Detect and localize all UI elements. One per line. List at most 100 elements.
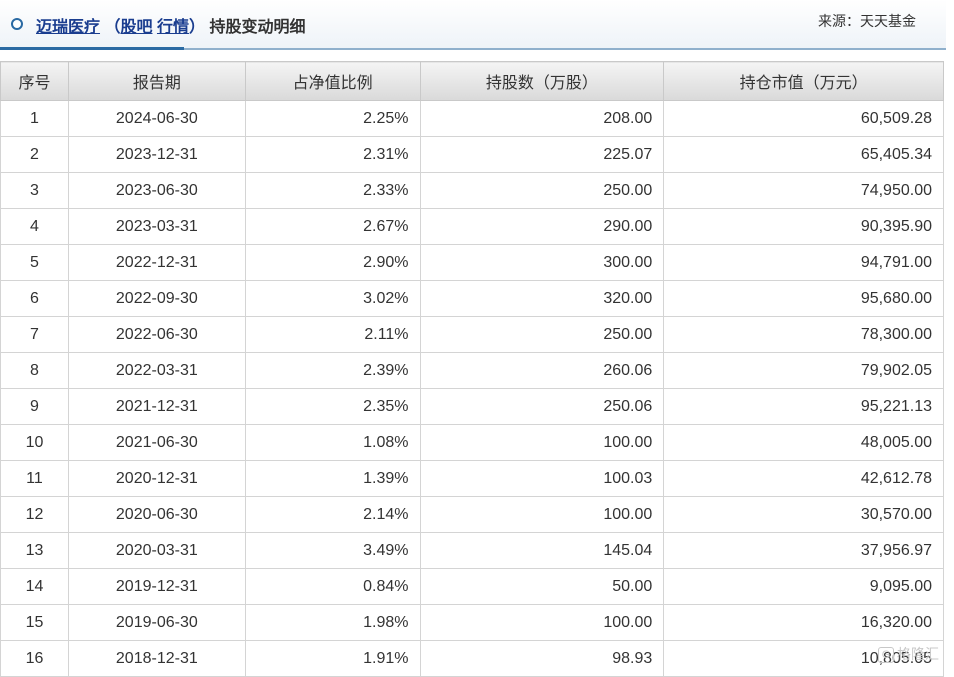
col-shares-cell: 225.07 [419,136,665,173]
col-nav-ratio-header: 占净值比例 [244,61,421,101]
table-row: 5 2022-12-31 2.90% 300.00 94,791.00 [0,244,944,281]
header-accent-bar [0,47,184,50]
col-index-cell: 8 [0,352,69,389]
table-row: 16 2018-12-31 1.91% 98.93 10,805.05 [0,640,944,677]
col-nav-ratio-cell: 0.84% [244,568,421,605]
col-shares-cell: 250.00 [419,316,665,353]
col-index-cell: 3 [0,172,69,209]
col-shares-cell: 100.00 [419,496,665,533]
table-row: 11 2020-12-31 1.39% 100.03 42,612.78 [0,460,944,497]
col-shares-cell: 145.04 [419,532,665,569]
col-market-value-cell: 79,902.05 [663,352,944,389]
col-shares-cell: 320.00 [419,280,665,317]
col-report-period-cell: 2020-06-30 [67,496,246,533]
col-shares-cell: 250.00 [419,172,665,209]
col-market-value-cell: 95,221.13 [663,388,944,425]
col-nav-ratio-cell: 2.90% [244,244,421,281]
stock-name-link[interactable]: 迈瑞医疗 [36,19,100,36]
col-index-cell: 11 [0,460,69,497]
close-paren: ） [188,19,205,36]
col-shares-cell: 290.00 [419,208,665,245]
table-row: 14 2019-12-31 0.84% 50.00 9,095.00 [0,568,944,605]
col-index-cell: 2 [0,136,69,173]
col-nav-ratio-cell: 3.02% [244,280,421,317]
col-report-period-cell: 2021-06-30 [67,424,246,461]
col-report-period-header: 报告期 [67,61,246,101]
watermark-logo-icon: G [878,647,894,664]
col-nav-ratio-cell: 1.08% [244,424,421,461]
col-market-value-cell: 95,680.00 [663,280,944,317]
col-nav-ratio-cell: 2.39% [244,352,421,389]
col-market-value-header: 持仓市值（万元） [663,61,944,101]
table-row: 9 2021-12-31 2.35% 250.06 95,221.13 [0,388,944,425]
table-row: 4 2023-03-31 2.67% 290.00 90,395.90 [0,208,944,245]
col-shares-header: 持股数（万股） [419,61,665,101]
table-row: 13 2020-03-31 3.49% 145.04 37,956.97 [0,532,944,569]
table-row: 6 2022-09-30 3.02% 320.00 95,680.00 [0,280,944,317]
col-index-cell: 9 [0,388,69,425]
col-shares-cell: 50.00 [419,568,665,605]
table-row: 10 2021-06-30 1.08% 100.00 48,005.00 [0,424,944,461]
col-market-value-cell: 16,320.00 [663,604,944,641]
col-shares-cell: 250.06 [419,388,665,425]
hangqing-link[interactable]: 行情 [157,19,189,36]
col-index-cell: 13 [0,532,69,569]
open-paren: （ [104,19,121,36]
col-market-value-cell: 42,612.78 [663,460,944,497]
col-nav-ratio-cell: 2.67% [244,208,421,245]
bullet-circle-icon [11,18,23,30]
col-index-cell: 14 [0,568,69,605]
table-row: 3 2023-06-30 2.33% 250.00 74,950.00 [0,172,944,209]
table-row: 15 2019-06-30 1.98% 100.00 16,320.00 [0,604,944,641]
col-market-value-cell: 9,095.00 [663,568,944,605]
holdings-table: 序号 报告期 占净值比例 持股数（万股） 持仓市值（万元） 1 2024-06-30 2.2… [0,61,944,677]
col-market-value-cell: 94,791.00 [663,244,944,281]
table-row: 12 2020-06-30 2.14% 100.00 30,570.00 [0,496,944,533]
table-row: 8 2022-03-31 2.39% 260.06 79,902.05 [0,352,944,389]
col-report-period-cell: 2020-12-31 [67,460,246,497]
col-nav-ratio-cell: 2.31% [244,136,421,173]
col-index-cell: 10 [0,424,69,461]
col-nav-ratio-cell: 1.98% [244,604,421,641]
col-market-value-cell: 37,956.97 [663,532,944,569]
col-market-value-cell: 65,405.34 [663,136,944,173]
col-index-cell: 7 [0,316,69,353]
guba-link[interactable]: 股吧 [120,19,152,36]
header-title: 迈瑞医疗 （股吧 行情） 持股变动明细 [36,13,305,37]
col-report-period-cell: 2018-12-31 [67,640,246,677]
col-nav-ratio-cell: 2.35% [244,388,421,425]
col-shares-cell: 100.00 [419,604,665,641]
col-shares-cell: 300.00 [419,244,665,281]
col-report-period-cell: 2019-06-30 [67,604,246,641]
col-index-cell: 16 [0,640,69,677]
col-nav-ratio-cell: 1.39% [244,460,421,497]
col-shares-cell: 208.00 [419,100,665,137]
section-header: 迈瑞医疗 （股吧 行情） 持股变动明细 来源：天天基金 [0,0,946,50]
col-shares-cell: 98.93 [419,640,665,677]
col-nav-ratio-cell: 2.33% [244,172,421,209]
col-index-header: 序号 [0,61,69,101]
col-report-period-cell: 2023-06-30 [67,172,246,209]
watermark-text: 格隆汇 [897,646,939,662]
col-nav-ratio-cell: 2.14% [244,496,421,533]
col-nav-ratio-cell: 2.25% [244,100,421,137]
col-market-value-cell: 78,300.00 [663,316,944,353]
col-index-cell: 6 [0,280,69,317]
col-report-period-cell: 2020-03-31 [67,532,246,569]
col-index-cell: 15 [0,604,69,641]
source-label: 来源：天天基金 [818,13,916,29]
col-nav-ratio-cell: 3.49% [244,532,421,569]
col-report-period-cell: 2021-12-31 [67,388,246,425]
col-report-period-cell: 2023-12-31 [67,136,246,173]
col-report-period-cell: 2022-12-31 [67,244,246,281]
col-market-value-cell: 90,395.90 [663,208,944,245]
col-shares-cell: 100.00 [419,424,665,461]
col-index-cell: 1 [0,100,69,137]
col-market-value-cell: 60,509.28 [663,100,944,137]
col-market-value-cell: 74,950.00 [663,172,944,209]
col-index-cell: 4 [0,208,69,245]
col-market-value-cell: 30,570.00 [663,496,944,533]
col-report-period-cell: 2023-03-31 [67,208,246,245]
page-title: 持股变动明细 [209,19,306,36]
col-report-period-cell: 2022-09-30 [67,280,246,317]
